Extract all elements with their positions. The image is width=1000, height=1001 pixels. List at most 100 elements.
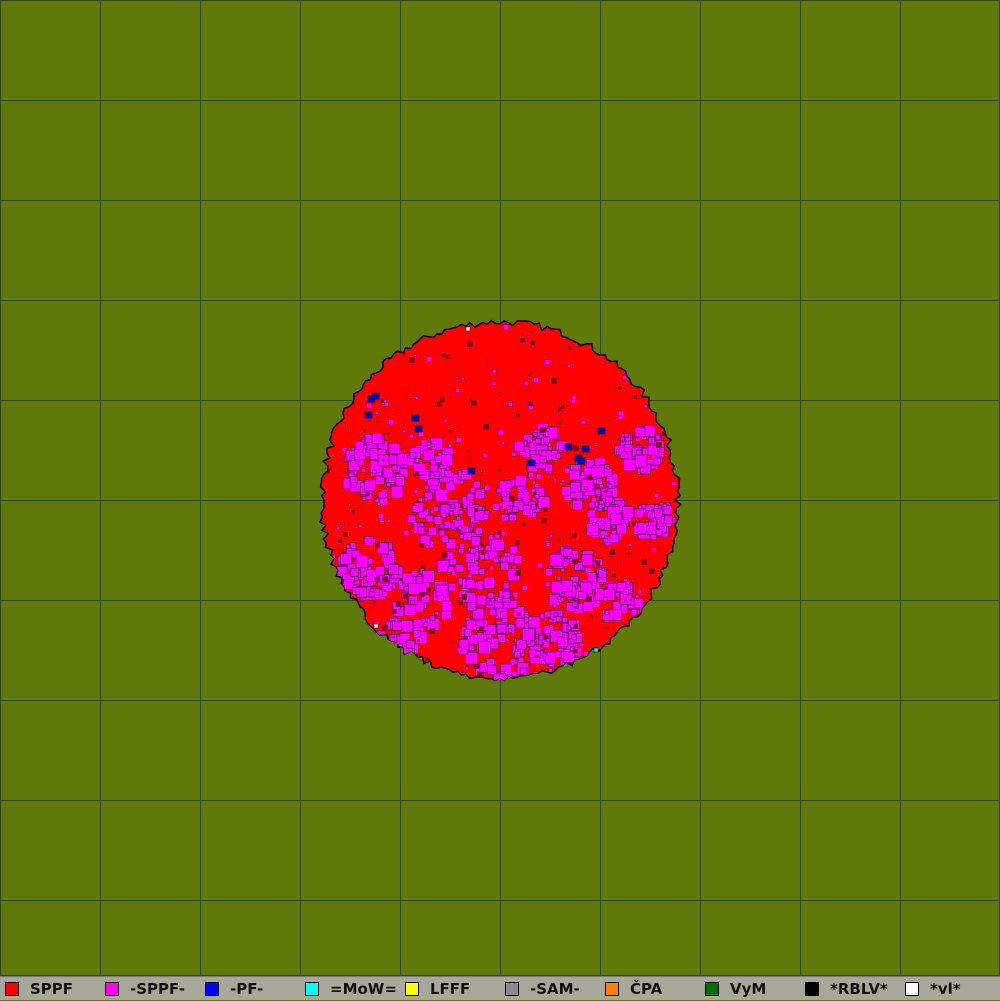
- territory-speck: [465, 666, 469, 671]
- legend-item-sppf: SPPF: [0, 977, 100, 1001]
- territory-speck: [372, 469, 377, 475]
- territory-speck: [571, 395, 577, 400]
- territory-patch: [421, 570, 435, 583]
- territory-speck: [525, 340, 528, 344]
- territory-speck: [611, 637, 616, 641]
- territory-patch: [408, 582, 420, 595]
- territory-patch: [406, 514, 416, 524]
- territory-speck: [467, 341, 473, 347]
- territory-patch: [514, 474, 527, 487]
- territory-speck: [408, 357, 415, 363]
- unit-marker: [597, 427, 606, 435]
- territory-patch: [577, 590, 587, 600]
- territory-patch: [438, 529, 446, 537]
- territory-speck: [410, 599, 415, 605]
- territory-speck: [501, 491, 507, 498]
- territory-patch: [349, 449, 356, 456]
- territory-speck: [612, 525, 616, 529]
- territory-speck: [479, 672, 482, 675]
- territory-speck: [451, 571, 456, 576]
- territory-speck: [392, 609, 397, 614]
- edge-marker: [593, 647, 599, 653]
- territory-speck: [449, 429, 453, 433]
- territory-speck: [541, 517, 547, 524]
- territory-speck: [467, 450, 470, 453]
- territory-speck: [567, 364, 571, 368]
- territory-speck: [338, 539, 342, 543]
- game-map[interactable]: [0, 0, 1000, 976]
- territory-speck: [455, 527, 459, 530]
- territory-speck: [480, 544, 485, 548]
- territory-speck: [375, 543, 380, 548]
- territory-speck: [478, 626, 484, 631]
- territory-patch: [450, 503, 456, 509]
- territory-speck: [591, 447, 594, 450]
- territory-speck: [511, 452, 517, 457]
- territory-patch: [500, 611, 508, 619]
- territory-patch: [469, 645, 475, 652]
- territory-speck: [654, 493, 659, 498]
- territory-patch: [354, 448, 366, 460]
- territory-speck: [430, 509, 434, 514]
- territory-patch: [489, 565, 495, 571]
- territory-patch: [502, 582, 510, 590]
- territory-patch: [463, 629, 472, 637]
- territory-speck: [456, 376, 460, 379]
- legend-label-pf: -PF-: [230, 979, 264, 998]
- territory-speck: [605, 626, 609, 630]
- territory-patch: [397, 655, 404, 661]
- territory-patch: [440, 504, 451, 514]
- territory-speck: [380, 504, 383, 507]
- territory-speck: [528, 374, 531, 377]
- territory-speck: [388, 419, 394, 426]
- territory-speck: [362, 597, 366, 601]
- territory-patch: [433, 505, 440, 512]
- territory-speck: [417, 639, 420, 642]
- territory-speck: [460, 504, 464, 508]
- territory-speck: [566, 595, 569, 598]
- territory-speck: [505, 638, 510, 642]
- legend-item-pf: -PF-: [200, 977, 300, 1001]
- territory-speck: [474, 508, 479, 512]
- territory-patch: [586, 572, 597, 583]
- territory-patch: [591, 467, 603, 478]
- territory-patch: [544, 463, 553, 473]
- territory-speck: [414, 354, 417, 357]
- territory-patch: [495, 541, 505, 552]
- territory-speck: [382, 458, 385, 462]
- territory-patch: [603, 468, 613, 477]
- territory-speck: [498, 502, 503, 507]
- territory-speck: [497, 429, 504, 436]
- territory-speck: [636, 589, 642, 594]
- territory-patch: [569, 469, 580, 481]
- territory-speck: [545, 651, 548, 655]
- territory-patch: [487, 534, 494, 541]
- territory-speck: [501, 441, 505, 446]
- territory-patch: [434, 471, 440, 477]
- territory-speck: [469, 502, 473, 506]
- territory-patch: [634, 454, 648, 468]
- territory-speck: [536, 473, 542, 480]
- territory-patch: [471, 536, 481, 546]
- territory-speck: [430, 459, 436, 466]
- territory-patch: [484, 544, 492, 552]
- territory-speck: [391, 465, 398, 471]
- unit-marker: [371, 392, 380, 400]
- territory-patch: [459, 534, 464, 540]
- territory-speck: [438, 527, 441, 530]
- territory-patch: [382, 591, 388, 597]
- legend-label-lfff: LFFF: [430, 979, 471, 998]
- territory-speck: [533, 377, 539, 383]
- territory-speck: [351, 482, 357, 488]
- territory-speck: [552, 603, 557, 608]
- territory-patch: [364, 479, 376, 492]
- territory-patch: [541, 660, 547, 665]
- territory-speck: [373, 601, 376, 604]
- territory-patch: [464, 553, 475, 563]
- territory-patch: [406, 640, 416, 649]
- territory-speck: [513, 573, 516, 577]
- territory-patch: [598, 569, 607, 578]
- territory-patch: [562, 651, 575, 663]
- territory-speck: [414, 471, 419, 476]
- territory-speck: [592, 522, 596, 526]
